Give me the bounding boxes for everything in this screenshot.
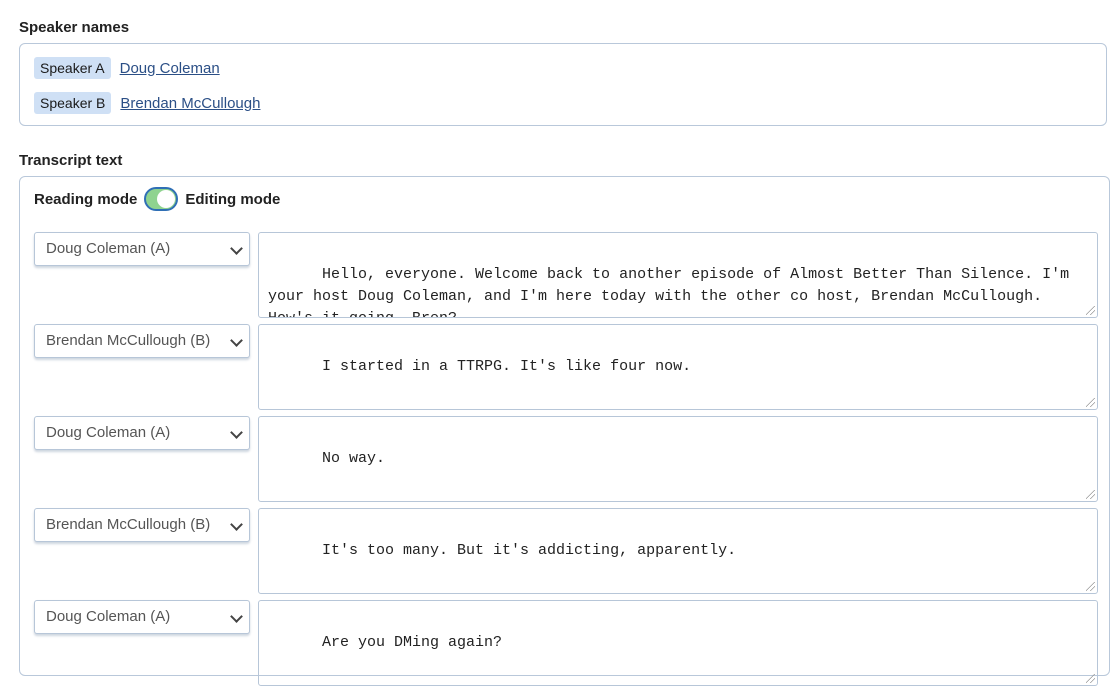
speaker-names-panel: Speaker A Doug Coleman Speaker B Brendan… xyxy=(19,43,1107,126)
speaker-select-value: Doug Coleman (A) xyxy=(46,424,171,441)
chevron-down-icon xyxy=(230,242,243,255)
segment-text: I started in a TTRPG. It's like four now… xyxy=(322,358,692,375)
resize-handle-icon[interactable] xyxy=(1086,582,1095,591)
mode-toggle[interactable] xyxy=(144,187,179,211)
transcript-segment: Doug Coleman (A) No way. xyxy=(34,416,1098,502)
speaker-select-value: Doug Coleman (A) xyxy=(46,240,171,257)
transcript-segment: Brendan McCullough (B) I started in a TT… xyxy=(34,324,1098,410)
speaker-select-value: Brendan McCullough (B) xyxy=(46,332,211,349)
toggle-knob xyxy=(157,190,176,208)
resize-handle-icon[interactable] xyxy=(1086,398,1095,407)
speaker-badge-b: Speaker B xyxy=(34,92,112,114)
speaker-select-value: Brendan McCullough (B) xyxy=(46,516,211,533)
editing-mode-label: Editing mode xyxy=(185,190,281,208)
segment-textarea[interactable]: Are you DMing again? xyxy=(258,600,1098,686)
speaker-select[interactable]: Brendan McCullough (B) xyxy=(34,324,250,358)
segment-text: No way. xyxy=(322,450,386,467)
transcript-segment: Doug Coleman (A) Hello, everyone. Welcom… xyxy=(34,232,1098,318)
speaker-names-heading: Speaker names xyxy=(19,19,130,36)
transcript-panel: Reading mode Editing mode Doug Coleman (… xyxy=(19,176,1110,686)
speaker-row-b: Speaker B Brendan McCullough xyxy=(34,92,260,114)
speaker-select[interactable]: Brendan McCullough (B) xyxy=(34,508,250,542)
transcript-segment: Brendan McCullough (B) It's too many. Bu… xyxy=(34,508,1098,594)
chevron-down-icon xyxy=(230,334,243,347)
segment-text: It's too many. But it's addicting, appar… xyxy=(322,542,737,559)
speaker-select[interactable]: Doug Coleman (A) xyxy=(34,416,250,450)
reading-mode-label: Reading mode xyxy=(34,190,138,208)
segment-textarea[interactable]: No way. xyxy=(258,416,1098,502)
speaker-select-value: Doug Coleman (A) xyxy=(46,608,171,625)
speaker-name-link-a[interactable]: Doug Coleman xyxy=(120,60,220,77)
speaker-name-link-b[interactable]: Brendan McCullough xyxy=(120,95,260,112)
segment-text: Are you DMing again? xyxy=(322,634,503,651)
chevron-down-icon xyxy=(230,518,243,531)
transcript-heading: Transcript text xyxy=(19,152,123,169)
resize-handle-icon[interactable] xyxy=(1086,490,1095,499)
resize-handle-icon[interactable] xyxy=(1086,306,1095,315)
speaker-badge-a: Speaker A xyxy=(34,57,111,79)
mode-switch-row: Reading mode Editing mode xyxy=(34,187,280,211)
chevron-down-icon xyxy=(230,610,243,623)
speaker-select[interactable]: Doug Coleman (A) xyxy=(34,232,250,266)
segment-text: Hello, everyone. Welcome back to another… xyxy=(268,266,1070,317)
segment-textarea[interactable]: It's too many. But it's addicting, appar… xyxy=(258,508,1098,594)
speaker-row-a: Speaker A Doug Coleman xyxy=(34,57,220,79)
resize-handle-icon[interactable] xyxy=(1086,674,1095,683)
segment-textarea[interactable]: I started in a TTRPG. It's like four now… xyxy=(258,324,1098,410)
chevron-down-icon xyxy=(230,426,243,439)
transcript-segment: Doug Coleman (A) Are you DMing again? xyxy=(34,600,1098,686)
segment-textarea[interactable]: Hello, everyone. Welcome back to another… xyxy=(258,232,1098,318)
speaker-select[interactable]: Doug Coleman (A) xyxy=(34,600,250,634)
